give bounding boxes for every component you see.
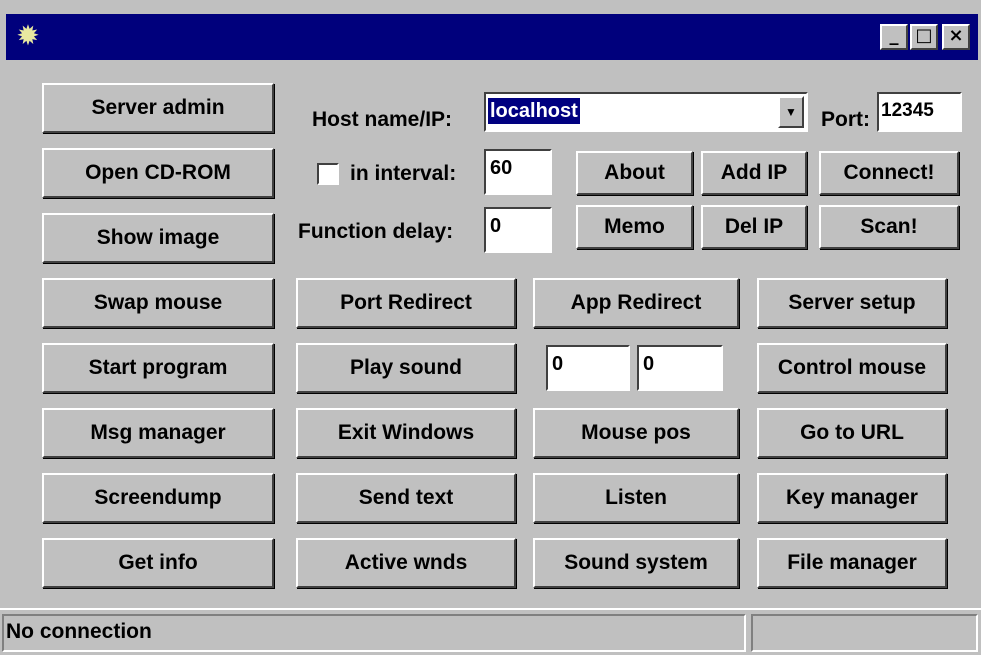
server-admin-button[interactable]: Server admin <box>42 83 274 133</box>
port-redirect-button[interactable]: Port Redirect <box>296 278 516 328</box>
listen-button[interactable]: Listen <box>533 473 739 523</box>
send-text-button[interactable]: Send text <box>296 473 516 523</box>
interval-checkbox[interactable] <box>317 163 339 185</box>
about-button[interactable]: About <box>576 151 693 195</box>
scan-button[interactable]: Scan! <box>819 205 959 249</box>
function-delay-label: Function delay: <box>298 220 454 243</box>
play-sound-button[interactable]: Play sound <box>296 343 516 393</box>
key-manager-button[interactable]: Key manager <box>757 473 947 523</box>
minimize-button[interactable]: _ <box>880 24 908 50</box>
close-button[interactable]: × <box>942 24 970 50</box>
active-wnds-button[interactable]: Active wnds <box>296 538 516 588</box>
memo-button[interactable]: Memo <box>576 205 693 249</box>
coord-y-field[interactable]: 0 <box>637 345 723 391</box>
show-image-button[interactable]: Show image <box>42 213 274 263</box>
status-secondary <box>751 614 978 652</box>
connect-button[interactable]: Connect! <box>819 151 959 195</box>
interval-label: in interval: <box>350 162 457 185</box>
chevron-down-icon[interactable]: ▼ <box>778 96 804 128</box>
title-bar[interactable]: ✹ _ □ × <box>6 14 978 60</box>
add-ip-button[interactable]: Add IP <box>701 151 807 195</box>
coord-x-field[interactable]: 0 <box>546 345 630 391</box>
status-text: No connection <box>2 614 746 652</box>
interval-field[interactable]: 60 <box>484 149 552 195</box>
control-mouse-button[interactable]: Control mouse <box>757 343 947 393</box>
swap-mouse-button[interactable]: Swap mouse <box>42 278 274 328</box>
start-program-button[interactable]: Start program <box>42 343 274 393</box>
port-label: Port: <box>821 108 870 131</box>
sound-system-button[interactable]: Sound system <box>533 538 739 588</box>
host-value: localhost <box>488 98 580 124</box>
app-window: ✹ _ □ × Server admin Open CD-ROM Show im… <box>0 0 981 655</box>
go-to-url-button[interactable]: Go to URL <box>757 408 947 458</box>
del-ip-button[interactable]: Del IP <box>701 205 807 249</box>
get-info-button[interactable]: Get info <box>42 538 274 588</box>
app-redirect-button[interactable]: App Redirect <box>533 278 739 328</box>
maximize-button[interactable]: □ <box>910 24 938 50</box>
port-field[interactable]: 12345 <box>877 92 962 132</box>
mouse-pos-button[interactable]: Mouse pos <box>533 408 739 458</box>
open-cd-rom-button[interactable]: Open CD-ROM <box>42 148 274 198</box>
server-setup-button[interactable]: Server setup <box>757 278 947 328</box>
msg-manager-button[interactable]: Msg manager <box>42 408 274 458</box>
sun-gear-icon[interactable]: ✹ <box>12 20 44 52</box>
status-divider <box>0 608 981 610</box>
screendump-button[interactable]: Screendump <box>42 473 274 523</box>
file-manager-button[interactable]: File manager <box>757 538 947 588</box>
function-delay-field[interactable]: 0 <box>484 207 552 253</box>
exit-windows-button[interactable]: Exit Windows <box>296 408 516 458</box>
host-label: Host name/IP: <box>312 108 453 131</box>
host-combo[interactable]: localhost ▼ <box>484 92 808 132</box>
